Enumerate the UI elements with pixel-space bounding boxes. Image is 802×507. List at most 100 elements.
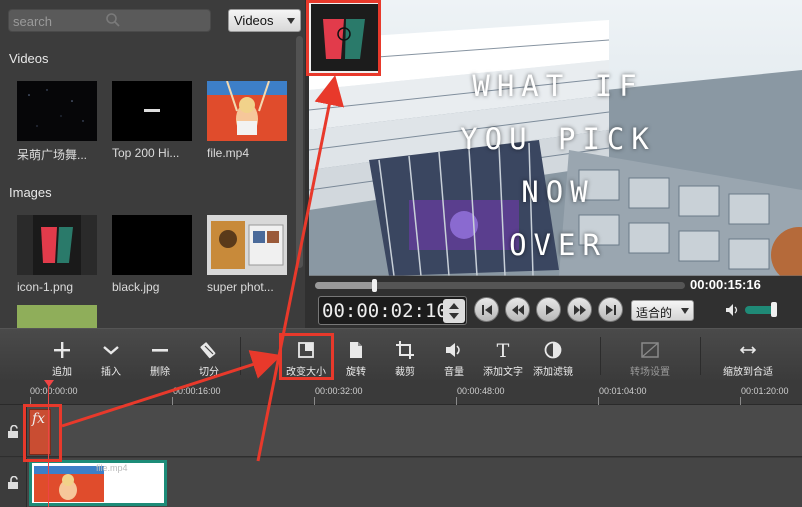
search-icon (106, 13, 120, 27)
go-to-start-button[interactable] (474, 297, 499, 322)
play-icon (545, 304, 554, 315)
ruler-tick (314, 397, 315, 405)
insert-button[interactable]: 插入 (93, 329, 129, 381)
ruler-tick (598, 397, 599, 405)
logo-thumbnail (33, 215, 81, 275)
media-item-label: Top 200 Hi... (112, 146, 180, 160)
media-item-image-2[interactable]: black.jpg (112, 215, 202, 294)
media-item-image-1[interactable]: icon-1.png (17, 215, 107, 294)
media-item-video-3[interactable]: file.mp4 (207, 81, 297, 160)
stepper-up-icon[interactable] (449, 303, 459, 309)
annotation-box-resize (279, 333, 334, 380)
rotate-button[interactable]: 旋转 (338, 329, 374, 381)
media-type-selected: Videos (234, 13, 274, 28)
stepper-down-icon[interactable] (449, 313, 459, 319)
text-icon: T (497, 340, 510, 360)
ruler-tick-label: 00:01:20:00 (741, 386, 789, 396)
volume-button[interactable]: 音量 (436, 329, 472, 381)
tool-label: 添加文字 (483, 367, 523, 378)
rewind-button[interactable] (505, 297, 530, 322)
media-item-video-1[interactable]: 呆萌广场舞... (17, 81, 107, 163)
go-to-end-button[interactable] (598, 297, 623, 322)
media-item-label: file.mp4 (207, 146, 250, 160)
crop-button[interactable]: 裁剪 (387, 329, 423, 381)
timecode-value: 00:00:02:10 (322, 300, 448, 322)
volume-handle[interactable] (771, 302, 777, 317)
video-preview: WHAT IF YOU PICK NOW OVER NEVER? (309, 0, 802, 276)
video-track[interactable]: file.mp4 (0, 458, 802, 507)
clip-thumbnail (34, 466, 104, 502)
split-button[interactable]: 切分 (191, 329, 227, 381)
toolbar-divider (600, 337, 601, 375)
progress-handle[interactable] (372, 279, 378, 292)
tool-label: 切分 (199, 367, 219, 378)
image-thumbnail (17, 215, 97, 275)
fast-forward-button[interactable] (567, 297, 592, 322)
svg-text:T: T (497, 340, 510, 360)
timecode-stepper[interactable] (443, 299, 465, 323)
photo-collage-thumbnail (207, 215, 287, 275)
media-item-label: super phot... (207, 280, 274, 294)
ruler-tick-label: 00:00:00:00 (30, 386, 78, 396)
chevron-down-icon (103, 346, 119, 355)
unlock-icon[interactable] (7, 476, 20, 490)
tool-label: 删除 (150, 367, 170, 378)
image-thumbnail (17, 305, 97, 328)
timeline-ruler[interactable]: 00:00:00:00 00:00:16:00 00:00:32:00 00:0… (0, 380, 802, 405)
library-scrollbar[interactable] (296, 36, 303, 268)
media-type-select[interactable]: Videos (228, 9, 301, 32)
media-item-image-4[interactable] (17, 305, 107, 328)
search-input[interactable]: search (8, 9, 211, 32)
annotation-box-logo (306, 0, 381, 76)
tool-label: 添加滤镜 (533, 367, 573, 378)
ruler-tick (172, 397, 173, 405)
ruler-tick-label: 00:00:48:00 (457, 386, 505, 396)
add-text-button[interactable]: T 添加文字 (480, 329, 526, 381)
unlock-icon[interactable] (7, 425, 20, 439)
chevron-down-icon (681, 308, 689, 314)
playhead-handle[interactable] (44, 380, 54, 387)
zoom-selected: 适合的 (636, 306, 673, 320)
video-clip[interactable]: file.mp4 (29, 460, 167, 506)
media-item-label: black.jpg (112, 280, 160, 294)
delete-button[interactable]: 删除 (142, 329, 178, 381)
playback-progress-bar[interactable] (315, 279, 685, 292)
toolbar-divider (240, 337, 241, 375)
volume-icon[interactable] (724, 302, 740, 318)
crop-icon (396, 341, 414, 359)
dark-scene-thumbnail (28, 89, 84, 127)
overlay-line-3: OVER NEVER? (509, 228, 607, 262)
swing-girl-thumbnail (207, 81, 287, 141)
rewind-icon (511, 304, 524, 315)
video-editor-window: search Videos Videos 呆萌广场舞... Top 200 Hi… (0, 0, 802, 507)
rotate-icon (350, 342, 362, 358)
media-item-image-3[interactable]: super phot... (207, 215, 297, 294)
tool-label: 缩放到合适 (723, 367, 773, 378)
media-item-label: icon-1.png (17, 280, 74, 294)
play-button[interactable] (536, 297, 561, 322)
tool-label: 追加 (52, 367, 72, 378)
tool-label: 音量 (444, 367, 464, 378)
ruler-tick (740, 397, 741, 405)
transition-settings-button[interactable]: 转场设置 (624, 329, 676, 381)
edit-toolbar: 追加 插入 删除 切分 改变大小 旋转 裁剪 音量 T 添加文字 添加滤镜 转场… (0, 328, 802, 380)
zoom-to-fit-button[interactable]: 缩放到合适 (718, 329, 778, 381)
add-filter-button[interactable]: 添加滤镜 (530, 329, 576, 381)
razor-icon (200, 342, 216, 359)
images-section-title: Images (9, 185, 52, 200)
overlay-line-2: YOU PICK NOW (460, 122, 656, 209)
minus-icon (152, 349, 168, 352)
media-item-label: 呆萌广场舞... (17, 148, 88, 162)
swing-girl-thumbnail (34, 466, 104, 502)
transition-icon (641, 342, 659, 358)
search-placeholder: search (13, 14, 53, 29)
track-header (0, 458, 27, 507)
preview-zoom-select[interactable]: 适合的 (631, 300, 694, 321)
video-thumbnail (112, 81, 192, 141)
ruler-tick-label: 00:01:04:00 (599, 386, 647, 396)
overlay-track[interactable]: fx (0, 405, 802, 457)
media-item-video-2[interactable]: Top 200 Hi... (112, 81, 202, 160)
add-button[interactable]: 追加 (44, 329, 80, 381)
videos-section-title: Videos (9, 51, 49, 66)
tool-label: 插入 (101, 367, 121, 378)
